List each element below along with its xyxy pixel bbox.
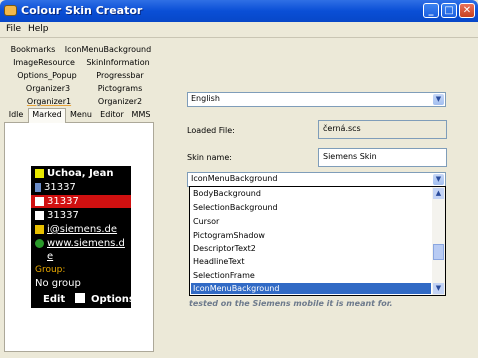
scroll-thumb[interactable] <box>433 244 444 260</box>
element-select[interactable]: IconMenuBackground ▼ <box>187 172 446 187</box>
language-select[interactable]: English ▼ <box>187 92 446 107</box>
minimize-button[interactable]: _ <box>423 3 439 18</box>
tab-skininformation[interactable]: SkinInformation <box>82 57 154 70</box>
tab-organizer3[interactable]: Organizer3 <box>10 83 86 96</box>
phone-line-1: 31337 <box>35 181 76 194</box>
phone-group-label: Group: <box>35 265 66 275</box>
nav-icon <box>75 293 85 303</box>
tab-progressbar[interactable]: Progressbar <box>86 70 154 83</box>
skin-name-label: Skin name: <box>187 153 232 162</box>
close-button[interactable]: ✕ <box>459 3 475 18</box>
maximize-button[interactable]: □ <box>441 3 457 18</box>
scroll-down-icon[interactable]: ▼ <box>433 283 444 294</box>
list-item[interactable]: PictogramShadow <box>191 230 431 241</box>
app-icon <box>4 5 17 16</box>
window-title: Colour Skin Creator <box>21 4 143 17</box>
tab-marked[interactable]: Marked <box>28 108 66 123</box>
office-icon <box>35 196 44 206</box>
phone-line-url-cont: e <box>47 251 54 262</box>
chevron-down-icon[interactable]: ▼ <box>433 174 444 185</box>
list-item[interactable]: SelectionBackground <box>191 202 431 213</box>
list-item[interactable]: SelectionFrame <box>191 270 431 281</box>
tab-imageresource[interactable]: ImageResource <box>6 57 82 70</box>
skin-name-input[interactable]: Siemens Skin <box>318 148 447 167</box>
mobile-icon <box>35 182 41 192</box>
tab-bookmarks[interactable]: Bookmarks <box>4 44 62 57</box>
list-item-selected[interactable]: IconMenuBackground <box>191 283 431 294</box>
phone-line-email: i@siemens.de <box>35 223 117 236</box>
scroll-up-icon[interactable]: ▲ <box>433 188 444 199</box>
tab-mms[interactable]: MMS <box>128 109 154 122</box>
list-item[interactable]: BodyBackground <box>191 188 431 199</box>
list-item[interactable]: HeadlineText <box>191 256 431 267</box>
tab-editor[interactable]: Editor <box>96 109 128 122</box>
email-icon <box>35 224 44 234</box>
contact-icon <box>35 168 44 178</box>
phone-header-text: Uchoa, Jean <box>47 168 114 179</box>
phone-header: Uchoa, Jean <box>31 167 131 180</box>
phone-line-url: www.siemens.d <box>35 237 125 250</box>
language-value: English <box>191 94 220 103</box>
tab-pictograms[interactable]: Pictograms <box>86 83 154 96</box>
tab-menu[interactable]: Menu <box>66 109 96 122</box>
title-bar[interactable]: Colour Skin Creator _ □ ✕ <box>0 0 478 22</box>
phone-preview[interactable]: Uchoa, Jean 31337 31337 31337 i@siemens.… <box>31 166 135 308</box>
fax-icon <box>35 210 44 220</box>
element-dropdown-list[interactable]: BodyBackground SelectionBackground Curso… <box>189 186 446 296</box>
phone-group-value: No group <box>35 278 81 289</box>
info-note: tested on the Siemens mobile it is meant… <box>189 299 393 308</box>
globe-icon <box>35 238 44 248</box>
tab-organizer2[interactable]: Organizer2 <box>86 96 154 109</box>
tab-idle[interactable]: Idle <box>4 109 28 122</box>
list-item[interactable]: Cursor <box>191 216 431 227</box>
element-select-value: IconMenuBackground <box>191 174 278 183</box>
phone-softkey-right: Options <box>91 294 135 305</box>
chevron-down-icon[interactable]: ▼ <box>433 94 444 105</box>
menu-help[interactable]: Help <box>28 24 49 34</box>
dropdown-scrollbar[interactable]: ▲ ▼ <box>432 187 445 295</box>
list-item[interactable]: DescriptorText2 <box>191 243 431 254</box>
menu-file[interactable]: File <box>6 24 21 34</box>
phone-softkey-left: Edit <box>43 294 66 305</box>
phone-line-3: 31337 <box>35 209 79 222</box>
tab-options-popup[interactable]: Options_Popup <box>8 70 86 83</box>
tab-iconmenubackground[interactable]: IconMenuBackground <box>62 44 154 57</box>
loaded-file-label: Loaded File: <box>187 126 235 135</box>
phone-line-2-selected: 31337 <box>31 195 131 208</box>
menu-bar: File Help <box>0 22 478 38</box>
loaded-file-field: černá.scs <box>318 120 447 139</box>
